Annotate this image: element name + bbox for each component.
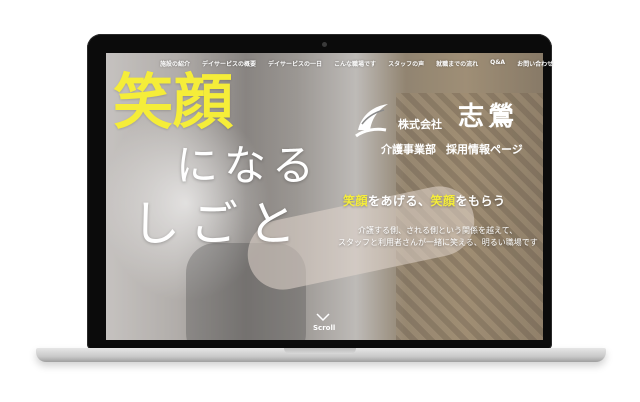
tagline-smile-2: 笑顔: [430, 194, 456, 208]
nav-item-daily[interactable]: デイサービスの一日: [268, 59, 322, 68]
hero-headline-line3: しごと: [132, 196, 307, 252]
department-label: 介護事業部: [381, 143, 436, 156]
nav-item-contact[interactable]: お問い合わせ: [517, 59, 553, 68]
nav-item-workplace[interactable]: こんな職場です: [334, 59, 376, 68]
chevron-down-icon[interactable]: [316, 313, 330, 321]
top-nav: 施設の紹介 デイサービスの概要 デイサービスの一日 こんな職場です スタッフの声…: [160, 59, 553, 68]
tagline-receive: をもらう: [455, 194, 506, 208]
hero-headline-line1: 笑顔: [113, 68, 233, 138]
laptop-notch: [284, 348, 356, 354]
description-line2: スタッフと利用者さんが一緒に笑える、明るい職場です: [338, 238, 538, 247]
nav-item-flow[interactable]: 就職までの流れ: [436, 59, 478, 68]
tagline-smile-1: 笑顔: [343, 194, 369, 208]
scroll-label[interactable]: Scroll: [313, 324, 335, 332]
company-kind: 株式会社: [398, 118, 442, 131]
hero-headline-line2: になる: [176, 141, 321, 190]
description-line1: 介護する側、される側という関係を越えて、: [358, 226, 518, 235]
tagline-give: をあげる、: [368, 194, 431, 208]
nav-item-qa[interactable]: Q&A: [490, 59, 505, 68]
tagline: 笑顔をあげる、笑顔をもらう: [343, 192, 506, 209]
company-name: 志鶯: [458, 102, 519, 132]
recruit-page-label: 採用情報ページ: [446, 143, 523, 156]
nav-item-facility[interactable]: 施設の紹介: [160, 59, 190, 68]
nav-item-overview[interactable]: デイサービスの概要: [202, 59, 256, 68]
company-logo-icon: [355, 104, 388, 138]
camera-icon: [322, 42, 327, 47]
nav-item-staff-voice[interactable]: スタッフの声: [388, 59, 424, 68]
